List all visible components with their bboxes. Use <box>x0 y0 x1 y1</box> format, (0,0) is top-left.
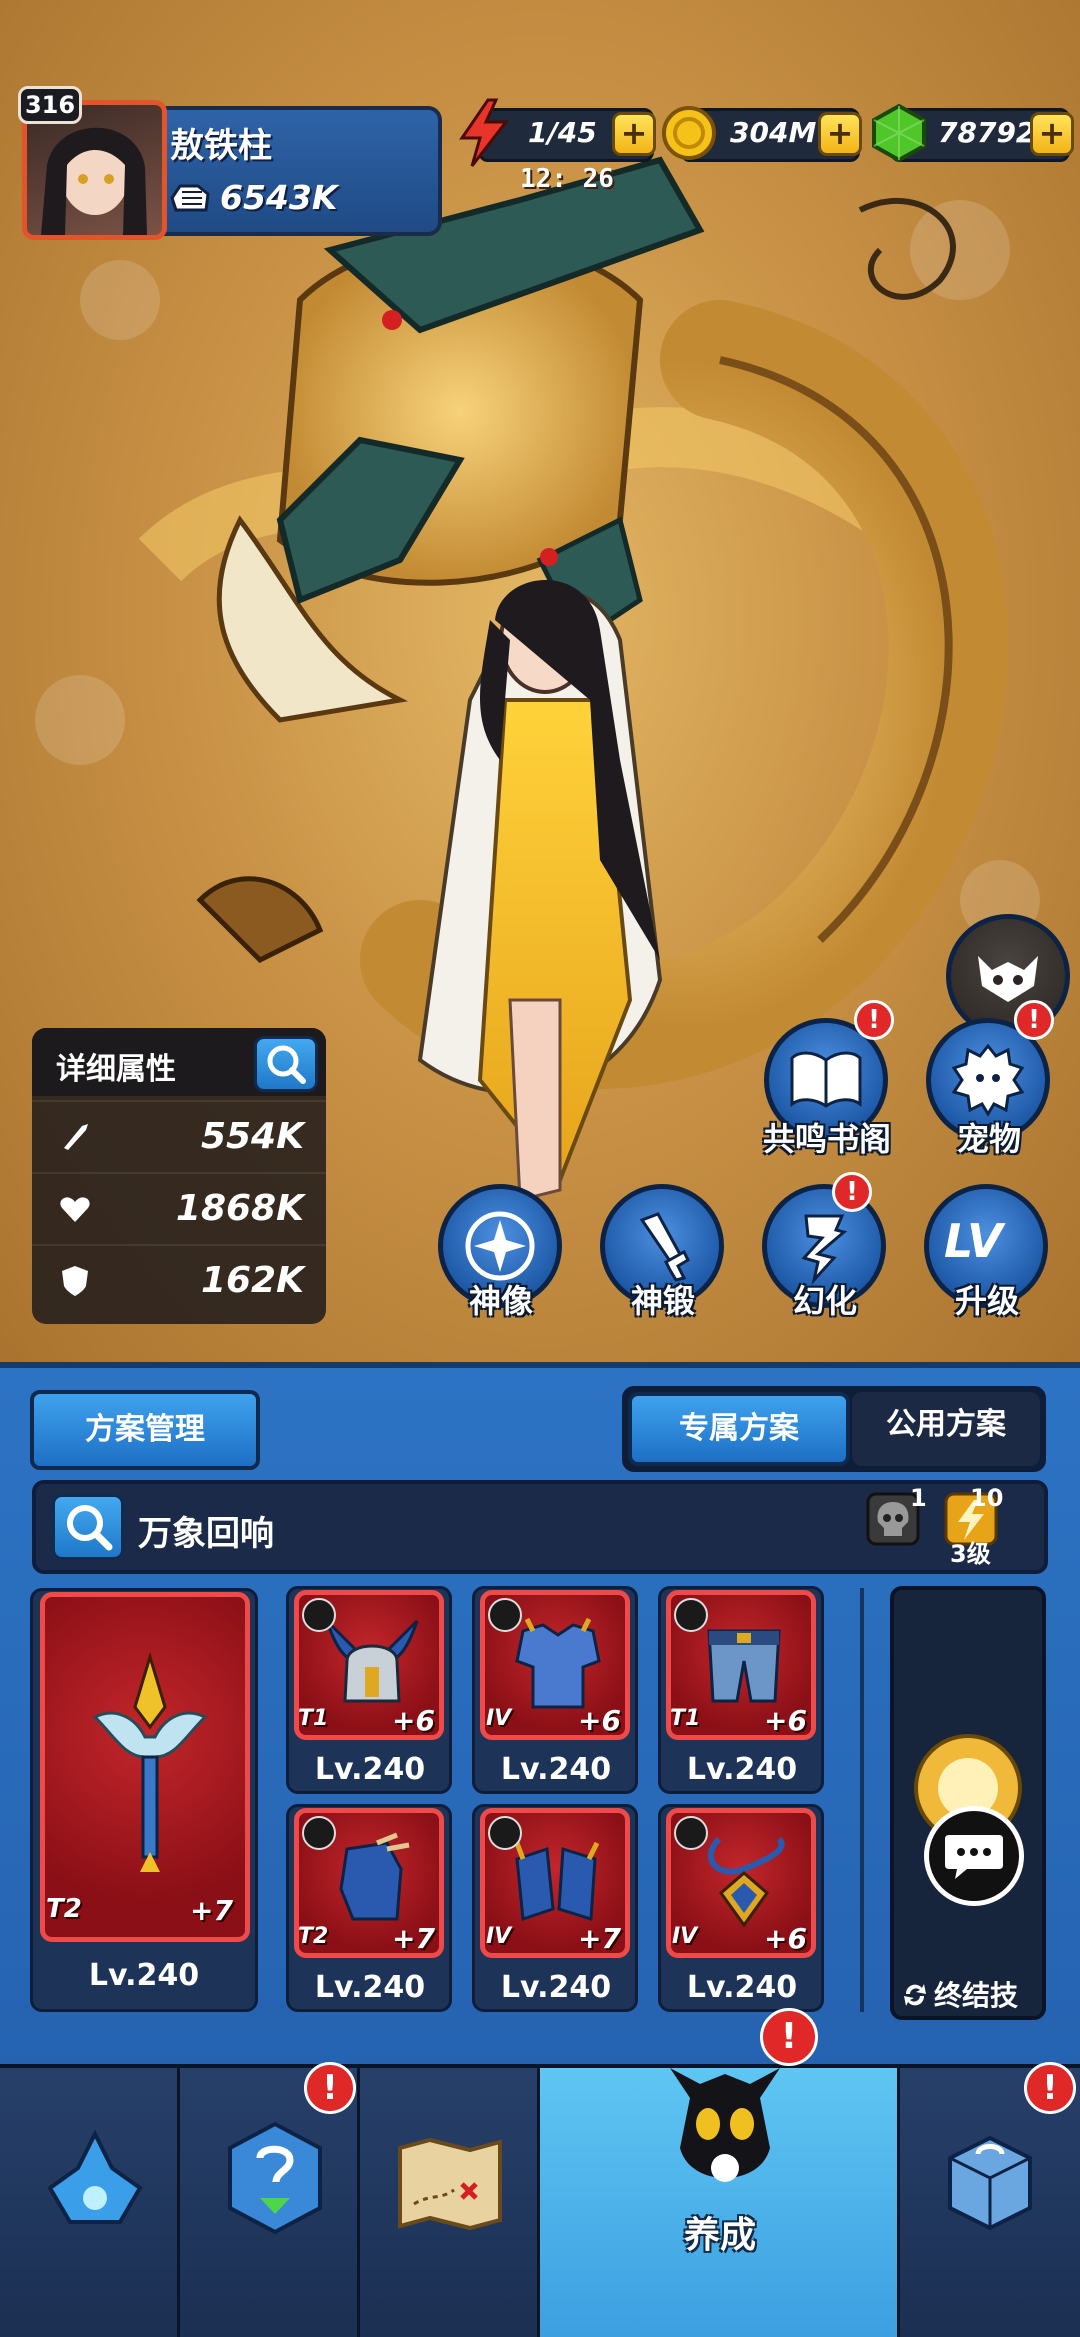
add-gold-button[interactable]: + <box>818 112 862 156</box>
stats-search-button[interactable] <box>254 1036 318 1092</box>
nav-item-battle[interactable] <box>0 2068 180 2337</box>
slot-6-level: Lv.240 <box>686 1970 798 2005</box>
slot-3-level: Lv.240 <box>686 1752 798 1787</box>
nav-item-cultivate[interactable]: 养成 <box>540 2068 900 2337</box>
slot-1-type-icon <box>302 1598 336 1632</box>
fist-power-icon <box>170 184 210 212</box>
hex-upgrade-icon <box>228 2121 322 2235</box>
slot-4-plus: +7 <box>392 1922 435 1955</box>
slot-2-level: Lv.240 <box>500 1752 612 1787</box>
nav-item-map[interactable] <box>360 2068 540 2337</box>
set-name: 万象回响 <box>138 1514 274 1554</box>
chat-button[interactable] <box>924 1806 1024 1906</box>
nav-cultivate-label: 养成 <box>683 2215 756 2256</box>
ornate-staff-icon <box>92 1651 208 1872</box>
upgrade-label: 升级 <box>954 1282 1019 1320</box>
ultimate-skill-label: 终结技 <box>934 1979 1019 2012</box>
shop-alert-icon: ! <box>1024 2062 1076 2114</box>
stat-row-defense: 162K <box>32 1244 326 1314</box>
chest-shop-icon <box>948 2135 1032 2231</box>
star-compass-icon <box>465 1211 535 1281</box>
energy-timer: 12: 26 <box>520 164 614 194</box>
attack-value: 554K <box>200 1116 304 1157</box>
gem-value: 78792 <box>938 116 1036 149</box>
shield-icon <box>62 1266 88 1296</box>
slot-1-tier: T1 <box>298 1706 329 1731</box>
charge-count: 10 <box>970 1484 1004 1512</box>
player-level-badge: 316 <box>18 86 82 124</box>
lightning-icon <box>459 98 510 167</box>
dragon-transform-icon <box>801 1214 848 1286</box>
refresh-icon <box>904 1984 926 2006</box>
treasure-map-icon <box>398 2137 502 2231</box>
weapon-level: Lv.240 <box>88 1958 200 1993</box>
resonance-library-label: 共鸣书阁 <box>762 1120 891 1158</box>
divider <box>860 1588 864 2012</box>
weapon-tier: T2 <box>46 1894 82 1924</box>
open-book-icon <box>790 1051 862 1108</box>
weapon-plus: +7 <box>190 1894 233 1927</box>
add-gem-button[interactable]: + <box>1030 112 1074 156</box>
slot-1-level: Lv.240 <box>314 1752 426 1787</box>
heart-icon <box>60 1197 90 1222</box>
add-energy-button[interactable]: + <box>612 112 656 156</box>
slot-1-plus: +6 <box>392 1704 435 1737</box>
sword-icon <box>64 1124 88 1150</box>
charge-level: 3级 <box>950 1540 991 1568</box>
tab-exclusive-plan[interactable]: 专属方案 <box>628 1392 850 1466</box>
upgrade-lv-icon: LV <box>944 1214 1003 1268</box>
slot-4-tier: T2 <box>298 1924 329 1949</box>
gold-coin-icon <box>662 106 716 160</box>
slot-2-tier: IV <box>486 1706 512 1731</box>
transform-label: 幻化 <box>792 1282 857 1320</box>
dungeon-alert-icon: ! <box>304 2062 356 2114</box>
stat-row-attack: 554K <box>32 1100 326 1170</box>
slot-3-tier: T1 <box>670 1706 701 1731</box>
slot-5-plus: +7 <box>578 1922 621 1955</box>
transform-alert-icon: ! <box>832 1172 872 1212</box>
gold-value: 304M <box>730 116 817 149</box>
pet-label: 宠物 <box>956 1120 1021 1158</box>
slot-3-plus: +6 <box>764 1704 807 1737</box>
slot-3-type-icon <box>674 1598 708 1632</box>
green-gem-icon <box>872 103 926 163</box>
defense-value: 162K <box>200 1260 304 1301</box>
player-name: 敖铁柱 <box>170 126 272 166</box>
tab-public-plan[interactable]: 公用方案 <box>852 1392 1040 1466</box>
crystal-helm-icon <box>47 2129 143 2224</box>
slot-4-type-icon <box>302 1816 336 1850</box>
slot-2-type-icon <box>488 1598 522 1632</box>
stats-title: 详细属性 <box>56 1052 176 1087</box>
slot-6-plus: +6 <box>764 1922 807 1955</box>
skull-count: 1 <box>910 1484 927 1512</box>
slot-5-type-icon <box>488 1816 522 1850</box>
resonance-library-alert-icon: ! <box>854 1000 894 1040</box>
avatar-portrait <box>41 127 147 235</box>
chat-bubble-icon <box>945 1835 1003 1879</box>
energy-value: 1/45 <box>528 116 597 149</box>
slot-6-tier: IV <box>672 1924 698 1949</box>
slot-6-type-icon <box>674 1816 708 1850</box>
slot-2-plus: +6 <box>578 1704 621 1737</box>
slot-4-level: Lv.240 <box>314 1970 426 2005</box>
fluffy-pet-icon <box>951 1043 1025 1117</box>
pet-alert-icon: ! <box>1014 1000 1054 1040</box>
slot-5-tier: IV <box>486 1924 512 1949</box>
health-value: 1868K <box>175 1188 304 1229</box>
stat-row-health: 1868K <box>32 1172 326 1242</box>
statue-label: 神像 <box>468 1282 533 1320</box>
sword-forge-icon <box>639 1212 690 1282</box>
forge-label: 神锻 <box>630 1282 695 1320</box>
weapon-slot[interactable] <box>40 1592 250 1942</box>
search-icon <box>67 1505 113 1551</box>
player-power: 6543K <box>220 178 338 217</box>
cultivate-alert-icon: ! <box>760 2008 818 2066</box>
plan-manage-button[interactable]: 方案管理 <box>30 1390 260 1470</box>
set-search-button[interactable] <box>52 1494 124 1560</box>
search-icon <box>267 1045 306 1084</box>
slot-5-level: Lv.240 <box>500 1970 612 2005</box>
